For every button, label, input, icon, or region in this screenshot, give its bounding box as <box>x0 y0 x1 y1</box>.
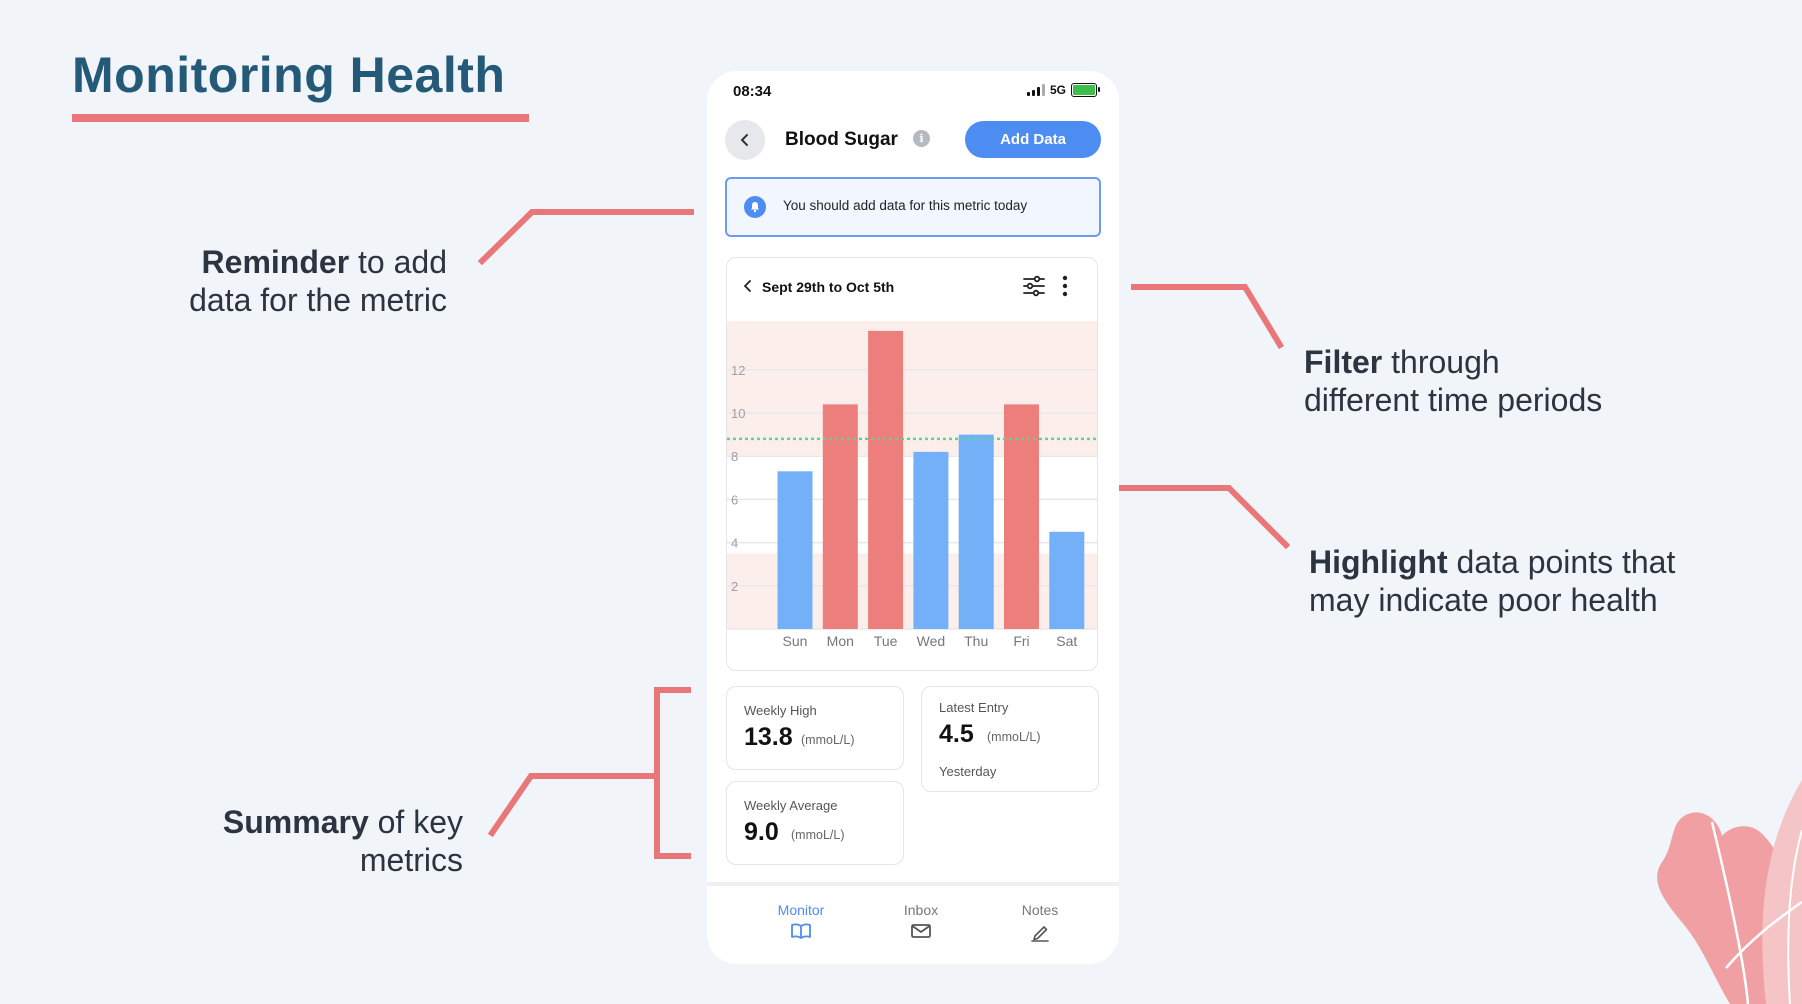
phone-mockup: 08:34 5G Blood Sugar i Add Data You shou… <box>707 71 1119 964</box>
tab-label: Notes <box>1021 902 1059 918</box>
more-vertical-icon[interactable] <box>1061 275 1069 297</box>
filter-callout: Filter through different time periods <box>1304 343 1724 419</box>
stat-value: 4.5 <box>939 720 974 748</box>
filter-connector <box>1131 284 1285 350</box>
summary-connector <box>487 773 660 838</box>
chevron-left-icon <box>741 134 748 146</box>
stat-unit: (mmoL/L) <box>791 828 845 842</box>
reminder-callout-text: to add <box>349 244 447 280</box>
highlight-callout: Highlight data points that may indicate … <box>1309 543 1759 619</box>
stat-label: Latest Entry <box>939 700 1009 715</box>
highlight-callout-bold: Highlight <box>1309 544 1448 580</box>
x-tick-label: Thu <box>964 633 988 649</box>
tab-monitor[interactable]: Monitor <box>756 902 846 943</box>
tab-label: Monitor <box>777 902 825 918</box>
filter-callout-line2: different time periods <box>1304 382 1603 418</box>
envelope-icon <box>911 924 931 938</box>
status-time: 08:34 <box>733 83 772 100</box>
info-icon[interactable]: i <box>913 130 930 147</box>
weekly-average-card: Weekly Average 9.0 (mmoL/L) <box>726 781 904 865</box>
leaf-decoration <box>1657 780 1802 1004</box>
screen-header: Blood Sugar i Add Data <box>725 120 1101 160</box>
pencil-icon <box>1031 926 1049 942</box>
tab-label: Inbox <box>903 902 939 918</box>
screen-title: Blood Sugar <box>785 129 898 150</box>
summary-bracket <box>654 687 691 859</box>
y-tick-label: 6 <box>731 492 738 507</box>
chart-card: Sept 29th to Oct 5th 2 4 6 8 10 12 Sun Mon Tue We… <box>726 257 1098 671</box>
network-label: 5G <box>1049 83 1066 97</box>
add-data-button[interactable]: Add Data <box>965 121 1101 158</box>
filter-callout-text: through <box>1382 344 1500 380</box>
latest-entry-card: Latest Entry 4.5 (mmoL/L) Yesterday <box>921 686 1099 792</box>
reminder-callout-bold: Reminder <box>201 244 350 280</box>
bottom-tab-bar: Monitor Inbox Notes <box>707 886 1119 964</box>
summary-callout: Summary of key metrics <box>180 803 463 879</box>
date-range-label[interactable]: Sept 29th to Oct 5th <box>762 279 894 295</box>
highlight-callout-line2: may indicate poor health <box>1309 582 1658 618</box>
tab-inbox[interactable]: Inbox <box>876 902 966 943</box>
x-tick-label: Mon <box>827 633 854 649</box>
chevron-left-icon[interactable] <box>743 280 753 292</box>
x-tick-label: Sat <box>1056 633 1077 649</box>
chart-bar <box>777 471 813 629</box>
chart-bar <box>1049 531 1085 629</box>
y-tick-label: 10 <box>731 406 745 421</box>
book-icon <box>791 923 811 939</box>
tab-notes[interactable]: Notes <box>995 902 1085 945</box>
stat-value: 13.8 <box>744 723 793 751</box>
x-tick-label: Fri <box>1013 633 1029 649</box>
filter-callout-bold: Filter <box>1304 344 1383 380</box>
bell-icon <box>744 196 766 218</box>
stat-label: Weekly High <box>744 703 817 718</box>
y-tick-label: 4 <box>731 536 738 551</box>
x-tick-label: Wed <box>917 633 946 649</box>
y-tick-label: 8 <box>731 449 738 464</box>
y-tick-label: 12 <box>731 363 745 378</box>
stat-subtext: Yesterday <box>939 764 997 779</box>
summary-callout-bold: Summary <box>222 804 369 840</box>
summary-callout-line2: metrics <box>359 842 463 878</box>
stat-label: Weekly Average <box>744 798 838 813</box>
stat-value: 9.0 <box>744 818 779 846</box>
status-indicators: 5G <box>1026 83 1100 97</box>
blood-sugar-chart: 2 4 6 8 10 12 Sun Mon Tue Wed Thu Fri Sat <box>727 321 1097 649</box>
back-button[interactable] <box>725 120 765 160</box>
reminder-connector <box>477 209 694 266</box>
signal-icon <box>1026 84 1045 96</box>
status-bar: 08:34 5G <box>707 71 1119 111</box>
chart-bar-highlighted <box>822 404 858 629</box>
summary-callout-text: of key <box>368 804 463 840</box>
chart-bar <box>958 434 994 629</box>
chart-bar <box>913 451 949 629</box>
x-tick-label: Tue <box>874 633 898 649</box>
stat-unit: (mmoL/L) <box>987 730 1041 744</box>
chart-header: Sept 29th to Oct 5th <box>727 258 1097 314</box>
reminder-callout: Reminder to add data for the metric <box>120 243 447 319</box>
x-tick-label: Sun <box>783 633 808 649</box>
y-tick-label: 2 <box>731 579 738 594</box>
reminder-banner[interactable]: You should add data for this metric toda… <box>725 177 1101 237</box>
reminder-callout-line2: data for the metric <box>189 282 447 318</box>
stat-unit: (mmoL/L) <box>801 733 855 747</box>
filter-sliders-icon[interactable] <box>1022 274 1046 298</box>
weekly-high-card: Weekly High 13.8 (mmoL/L) <box>726 686 904 770</box>
chart-bar-highlighted <box>868 330 904 629</box>
reminder-text: You should add data for this metric toda… <box>783 198 1028 213</box>
highlight-callout-text: data points that <box>1447 544 1676 580</box>
chart-band-high <box>727 321 1097 457</box>
battery-icon <box>1071 83 1100 97</box>
